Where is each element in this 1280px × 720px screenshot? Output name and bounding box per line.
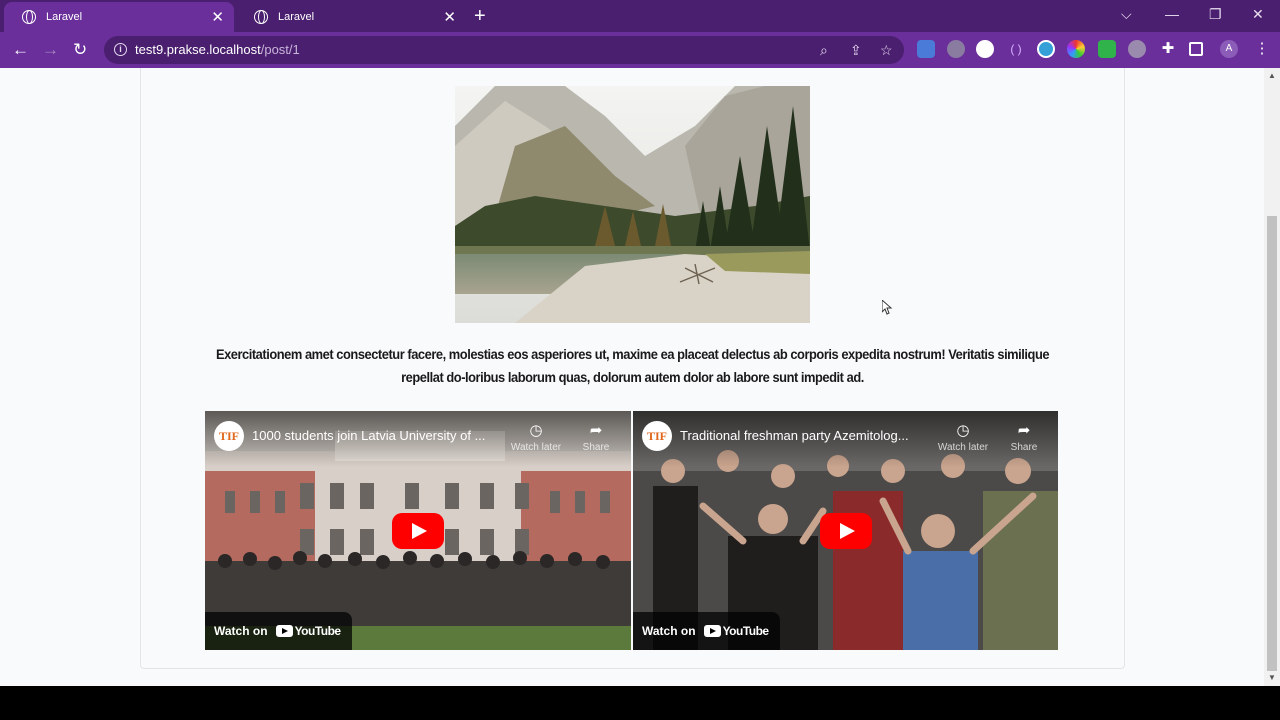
youtube-embed-2[interactable]: TIF Traditional freshman party Azemitolo… bbox=[633, 411, 1058, 650]
scroll-up-arrow-icon[interactable]: ▲ bbox=[1268, 71, 1276, 80]
extensions-puzzle-icon[interactable]: ✚ bbox=[1159, 40, 1177, 58]
youtube-embed-1[interactable]: TIF 1000 students join Latvia University… bbox=[205, 411, 631, 650]
tab-search-chevron-icon[interactable]: ⌵ bbox=[1121, 6, 1132, 23]
side-panel-icon[interactable] bbox=[1189, 42, 1203, 56]
clock-icon: ◷ bbox=[956, 422, 970, 439]
video-title[interactable]: Traditional freshman party Azemitolog... bbox=[680, 428, 909, 443]
mouse-cursor-icon bbox=[882, 300, 893, 315]
scroll-down-arrow-icon[interactable]: ▼ bbox=[1268, 673, 1276, 682]
minimize-button[interactable]: — bbox=[1165, 6, 1179, 22]
zoom-icon[interactable]: ⌕ bbox=[820, 42, 828, 59]
fi-extension-icon[interactable] bbox=[1037, 40, 1055, 58]
watch-later-button[interactable]: ◷ Watch later bbox=[508, 421, 564, 453]
share-button[interactable]: ➦ Share bbox=[996, 421, 1052, 453]
page-scrollbar[interactable]: ▲ ▼ bbox=[1264, 68, 1280, 686]
scrollbar-thumb[interactable] bbox=[1267, 216, 1277, 671]
tab-laravel-active[interactable]: Laravel ✕ bbox=[4, 2, 234, 32]
tab-title: Laravel bbox=[46, 11, 83, 23]
json-extension-icon[interactable]: ( ) bbox=[1007, 40, 1025, 58]
youtube-logo-icon: YouTube bbox=[703, 624, 769, 638]
browser-toolbar: ← → ↻ i test9.prakse.localhost/post/1 ⌕ … bbox=[0, 32, 1280, 68]
clock-icon: ◷ bbox=[529, 422, 543, 439]
share-arrow-icon: ➦ bbox=[1017, 422, 1031, 439]
translate-extension-icon[interactable] bbox=[917, 40, 935, 58]
address-bar[interactable]: i test9.prakse.localhost/post/1 ⌕ ⇪ ☆ bbox=[104, 36, 904, 64]
ublock-extension-icon[interactable] bbox=[947, 40, 965, 58]
close-window-button[interactable]: ✕ bbox=[1252, 6, 1264, 23]
profile-avatar[interactable]: A bbox=[1220, 40, 1238, 58]
tab-strip: Laravel ✕ Laravel ✕ + ⌵ — ❐ ✕ bbox=[0, 0, 1280, 32]
url-text[interactable]: test9.prakse.localhost/post/1 bbox=[135, 42, 300, 57]
forward-button[interactable]: → bbox=[42, 40, 59, 60]
watch-later-button[interactable]: ◷ Watch later bbox=[935, 421, 991, 453]
globe-icon bbox=[22, 10, 36, 24]
post-description: Exercitationem amet consectetur facere, … bbox=[215, 346, 1050, 385]
reload-button[interactable]: ↻ bbox=[73, 40, 87, 60]
share-arrow-icon: ➦ bbox=[589, 422, 603, 439]
color-picker-extension-icon[interactable] bbox=[1067, 40, 1085, 58]
camera-extension-icon[interactable] bbox=[1128, 40, 1146, 58]
tab-title: Laravel bbox=[278, 11, 315, 23]
share-icon[interactable]: ⇪ bbox=[850, 42, 862, 59]
site-info-icon[interactable]: i bbox=[114, 43, 127, 56]
close-tab-icon[interactable]: ✕ bbox=[211, 10, 224, 25]
bookmark-star-icon[interactable]: ☆ bbox=[880, 42, 893, 59]
channel-avatar[interactable]: TIF bbox=[214, 421, 244, 451]
back-button[interactable]: ← bbox=[12, 40, 29, 60]
watch-on-youtube-button[interactable]: Watch on YouTube bbox=[633, 612, 780, 650]
screen-extension-icon[interactable] bbox=[1098, 40, 1116, 58]
tab-laravel-inactive[interactable]: Laravel ✕ bbox=[236, 2, 466, 32]
play-button[interactable] bbox=[392, 513, 444, 549]
post-image bbox=[455, 86, 810, 323]
watch-on-youtube-button[interactable]: Watch on YouTube bbox=[205, 612, 352, 650]
youtube-logo-icon: YouTube bbox=[275, 624, 341, 638]
mountain-lake-image bbox=[455, 86, 810, 323]
taskbar-area bbox=[0, 686, 1280, 720]
browser-menu-icon[interactable]: ⋮ bbox=[1253, 40, 1271, 58]
share-button[interactable]: ➦ Share bbox=[568, 421, 624, 453]
restore-button[interactable]: ❐ bbox=[1209, 6, 1222, 23]
new-tab-button[interactable]: + bbox=[474, 5, 486, 27]
extension-globe-icon[interactable] bbox=[976, 40, 994, 58]
close-tab-icon[interactable]: ✕ bbox=[443, 10, 456, 25]
channel-avatar[interactable]: TIF bbox=[642, 421, 672, 451]
play-button[interactable] bbox=[820, 513, 872, 549]
video-title[interactable]: 1000 students join Latvia University of … bbox=[252, 428, 485, 443]
globe-icon bbox=[254, 10, 268, 24]
